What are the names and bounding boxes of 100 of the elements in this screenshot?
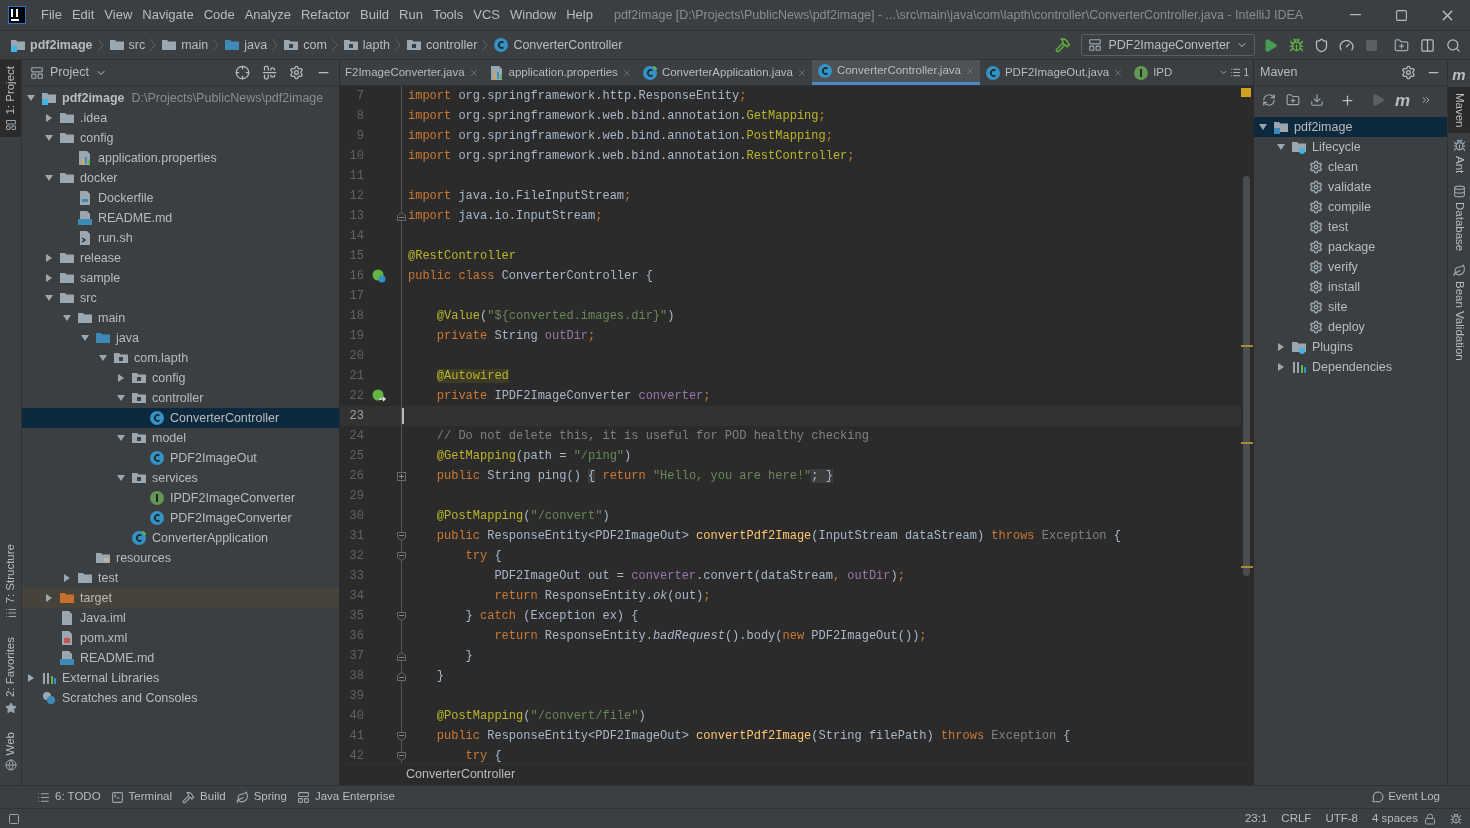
tree-item[interactable]: External Libraries <box>22 668 339 688</box>
menu-item[interactable]: Code <box>198 4 240 26</box>
tree-item[interactable]: README.md <box>22 208 339 228</box>
tree-item[interactable]: release <box>22 248 339 268</box>
coverage-icon[interactable] <box>1314 37 1329 53</box>
expanded-arrow-icon[interactable] <box>1276 142 1286 152</box>
tree-item[interactable]: com.lapth <box>22 348 339 368</box>
breadcrumb[interactable]: src <box>106 35 148 55</box>
menu-item[interactable]: Window <box>504 4 562 26</box>
maven-goal-button[interactable]: m <box>1395 91 1411 109</box>
breadcrumb[interactable]: lapth <box>340 35 392 55</box>
tool-window-button[interactable]: Maven <box>1448 86 1470 134</box>
collapsed-arrow-icon[interactable] <box>44 113 54 123</box>
breadcrumb[interactable]: controller <box>403 35 480 55</box>
tool-window-button[interactable]: Build <box>177 788 231 806</box>
menu-item[interactable]: Analyze <box>239 4 296 26</box>
collapsed-arrow-icon[interactable] <box>44 253 54 263</box>
expanded-arrow-icon[interactable] <box>1258 122 1268 132</box>
menu-item[interactable]: Refactor <box>295 4 356 26</box>
tree-item[interactable]: README.md <box>22 648 339 668</box>
collapsed-arrow-icon[interactable] <box>1276 362 1286 372</box>
fold-marker-icon[interactable] <box>397 551 406 561</box>
tree-item[interactable]: application.properties <box>22 148 339 168</box>
expanded-arrow-icon[interactable] <box>80 333 90 343</box>
menu-item[interactable]: Run <box>394 4 428 26</box>
tree-item[interactable]: clean <box>1254 157 1447 177</box>
inspector-icon[interactable] <box>1450 812 1462 825</box>
tree-item[interactable]: config <box>22 128 339 148</box>
tree-item[interactable]: config <box>22 368 339 388</box>
editor-tab[interactable]: ConverterController.java <box>811 60 980 85</box>
tree-item[interactable]: pdf2image D:\Projects\PublicNews\pdf2image <box>22 88 339 108</box>
editor-tab[interactable]: ConverterApplication.java <box>636 60 812 85</box>
debug-icon[interactable] <box>1289 37 1304 53</box>
tree-item[interactable]: services <box>22 468 339 488</box>
tree-item[interactable]: verify <box>1254 257 1447 277</box>
tree-item[interactable]: controller <box>22 388 339 408</box>
editor-tab[interactable]: PDF2ImageOut.java <box>979 60 1129 85</box>
layout-icon[interactable] <box>1420 37 1435 53</box>
expanded-arrow-icon[interactable] <box>116 433 126 443</box>
run-icon[interactable] <box>1263 37 1278 53</box>
tree-item[interactable]: sample <box>22 268 339 288</box>
tree-item[interactable]: pdf2image <box>1254 117 1447 137</box>
tree-item[interactable]: validate <box>1254 177 1447 197</box>
status-item[interactable]: CRLF <box>1281 809 1312 828</box>
editor-tab[interactable]: IPD <box>1128 60 1178 85</box>
expanded-arrow-icon[interactable] <box>44 133 54 143</box>
add-icon[interactable] <box>1340 92 1355 108</box>
tree-item[interactable]: deploy <box>1254 317 1447 337</box>
tree-item[interactable]: docker <box>22 168 339 188</box>
tree-item[interactable]: Lifecycle <box>1254 137 1447 157</box>
refresh-icon[interactable] <box>1262 93 1276 107</box>
collapsed-arrow-icon[interactable] <box>62 573 72 583</box>
bean-icon[interactable] <box>372 269 386 283</box>
collapse-all-icon[interactable] <box>262 65 277 80</box>
tool-window-button[interactable]: 2: Favorites <box>0 631 21 720</box>
collapsed-arrow-icon[interactable] <box>44 593 54 603</box>
menu-item[interactable]: Edit <box>66 4 100 26</box>
tree-item[interactable]: ConverterController <box>22 408 339 428</box>
tree-item[interactable]: package <box>1254 237 1447 257</box>
scrollbar-thumb[interactable] <box>1243 176 1250 576</box>
menu-item[interactable]: Tools <box>427 4 469 26</box>
tree-item[interactable]: model <box>22 428 339 448</box>
breadcrumb[interactable]: com <box>281 35 329 55</box>
collapsed-arrow-icon[interactable] <box>116 373 126 383</box>
unfold-marker-icon[interactable] <box>397 471 406 481</box>
status-item[interactable]: 23:1 <box>1244 809 1268 828</box>
collapsed-arrow-icon[interactable] <box>44 273 54 283</box>
tree-item[interactable]: ConverterApplication <box>22 528 339 548</box>
profile-icon[interactable] <box>1339 37 1354 53</box>
tool-window-button[interactable]: Terminal <box>105 788 178 806</box>
run-configuration-dropdown[interactable]: PDF2ImageConverter <box>1081 34 1255 56</box>
fold-marker-icon[interactable] <box>397 211 406 221</box>
tree-item[interactable]: src <box>22 288 339 308</box>
tool-window-button[interactable]: Ant <box>1448 133 1470 180</box>
tree-item[interactable]: install <box>1254 277 1447 297</box>
fold-marker-icon[interactable] <box>397 651 406 661</box>
expanded-arrow-icon[interactable] <box>116 473 126 483</box>
tree-item[interactable]: test <box>1254 217 1447 237</box>
tool-window-button[interactable]: Java Enterprise <box>291 788 400 806</box>
tree-item[interactable]: IPDF2ImageConverter <box>22 488 339 508</box>
tree-item[interactable]: site <box>1254 297 1447 317</box>
menu-item[interactable]: Build <box>355 4 394 26</box>
tool-window-button[interactable]: Spring <box>230 788 292 806</box>
tree-item[interactable]: Dependencies <box>1254 357 1447 377</box>
collapsed-arrow-icon[interactable] <box>26 673 36 683</box>
lock-icon[interactable] <box>1424 812 1436 825</box>
editor-tab[interactable]: F2ImageConverter.java <box>340 60 484 85</box>
tree-item[interactable]: java <box>22 328 339 348</box>
menu-item[interactable]: VCS <box>468 4 505 26</box>
tool-window-button[interactable]: 7: Structure <box>0 538 21 626</box>
tool-window-button[interactable]: Bean Validation <box>1448 257 1470 367</box>
breadcrumb[interactable]: ConverterController <box>491 35 625 55</box>
breadcrumb[interactable]: main <box>159 35 211 55</box>
tree-item[interactable]: Scratches and Consoles <box>22 688 339 708</box>
menu-item[interactable]: Navigate <box>137 4 199 26</box>
tree-item[interactable]: compile <box>1254 197 1447 217</box>
breadcrumb[interactable]: java <box>222 35 270 55</box>
tree-item[interactable]: Dockerfile <box>22 188 339 208</box>
fold-marker-icon[interactable] <box>397 531 406 541</box>
tree-item[interactable]: pom.xml <box>22 628 339 648</box>
